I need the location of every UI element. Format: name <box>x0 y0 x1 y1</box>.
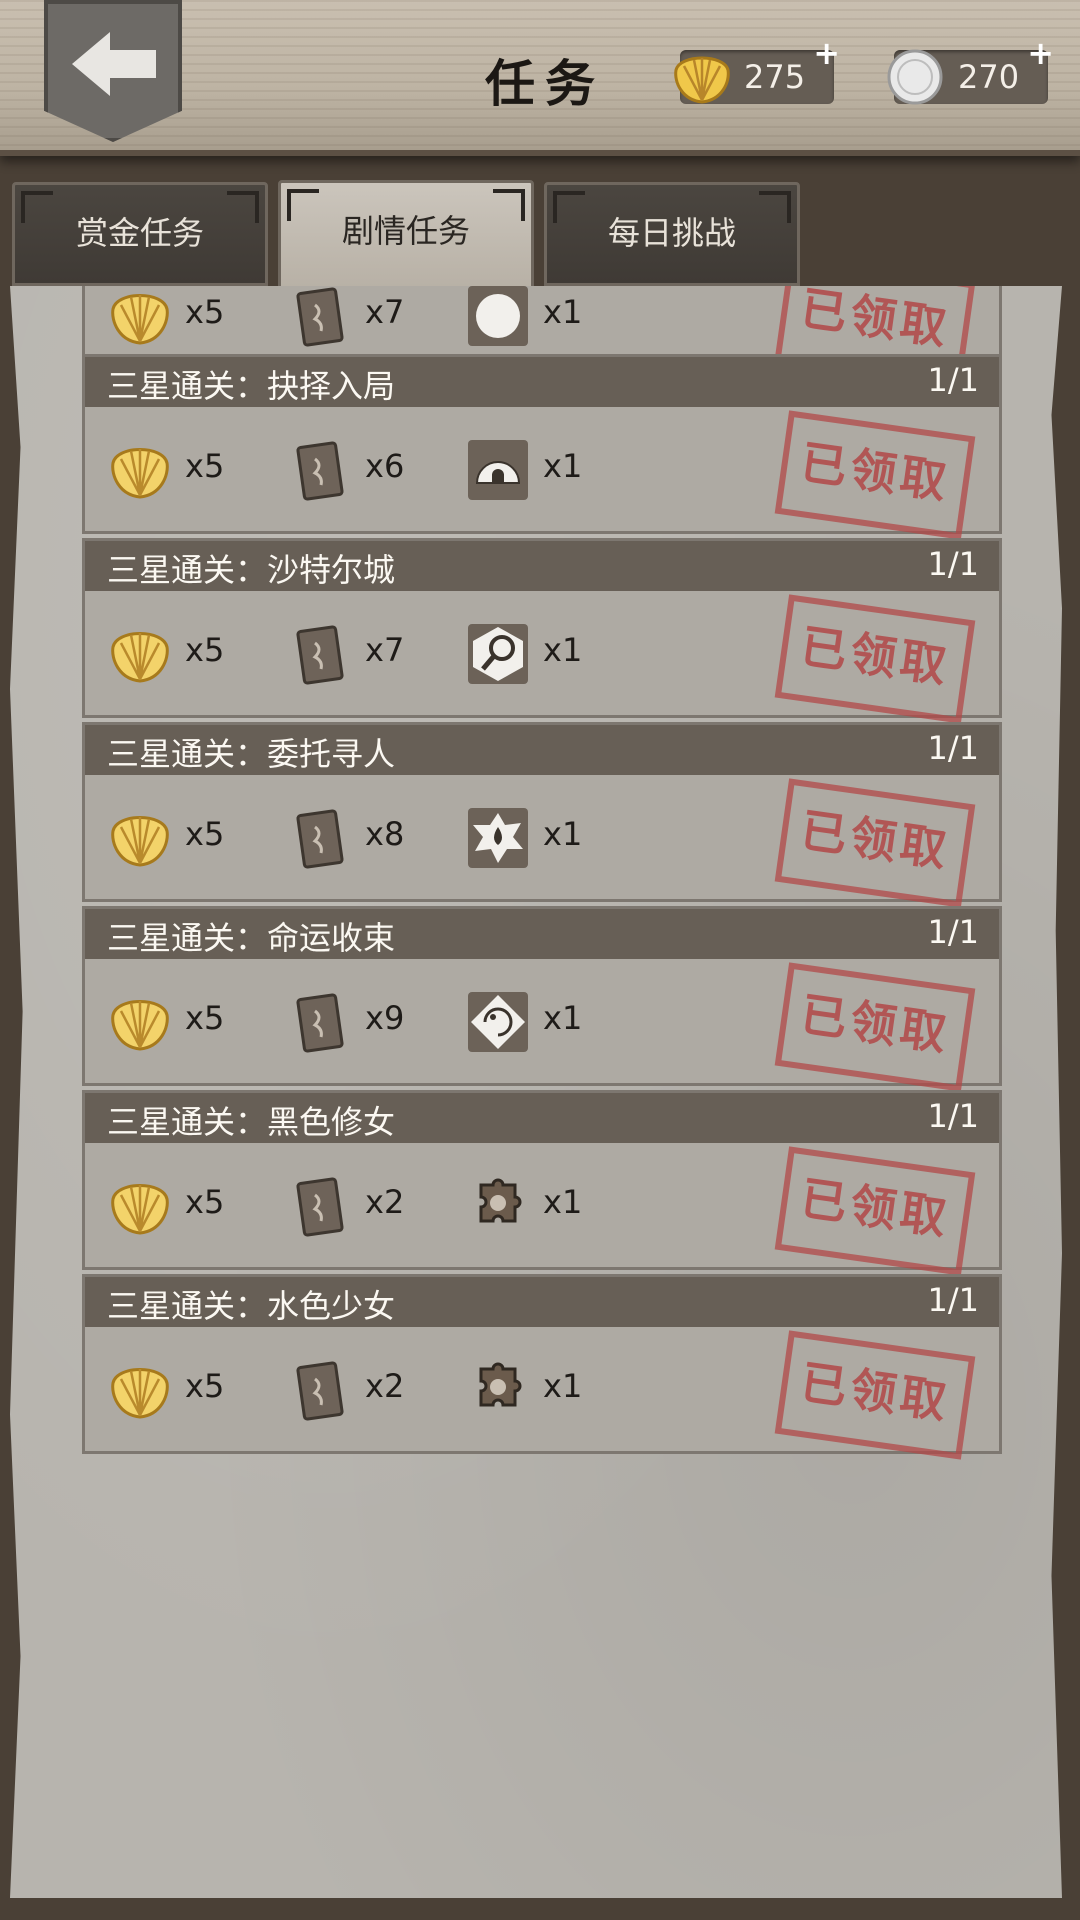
quest-card: 三星通关：黑色修女 1/1 x5 x2 x1 已领取 <box>82 1090 1002 1276</box>
quest-header: 三星通关：委托寻人 1/1 <box>85 725 999 775</box>
reward-qty: x5 <box>185 999 225 1037</box>
book-icon <box>287 1357 353 1423</box>
reward-qty: x7 <box>365 293 405 331</box>
quest-header: 三星通关：抉择入局 1/1 <box>85 357 999 407</box>
reward-qty: x8 <box>365 815 405 853</box>
claimed-stamp: 已领取 <box>774 410 976 540</box>
quest-progress: 1/1 <box>927 1281 980 1319</box>
quest-card: 三星通关：委托寻人 1/1 x5 x8 x1 已领取 <box>82 722 1002 908</box>
reward-qty: x1 <box>543 293 583 331</box>
quest-list[interactable]: x5 x7 x1 已领取 三星通关：抉择入局 1/1 x5 x6 x1 已领取 三星通关：沙特尔城 1… <box>82 286 1002 1756</box>
book-icon <box>287 437 353 503</box>
reward-qty: x1 <box>543 1367 583 1405</box>
claimed-stamp: 已领取 <box>774 594 976 724</box>
reward-qty: x6 <box>365 447 405 485</box>
book-icon <box>287 621 353 687</box>
shell-count: 275 <box>744 58 806 96</box>
quest-title: 三星通关：委托寻人 <box>107 735 396 773</box>
coin-currency[interactable]: 270 + <box>887 34 1054 105</box>
quest-header: 三星通关：命运收束 1/1 <box>85 909 999 959</box>
reward-qty: x5 <box>185 293 225 331</box>
quest-header: 三星通关：沙特尔城 1/1 <box>85 541 999 591</box>
magnifier-icon <box>465 621 531 687</box>
reward-qty: x5 <box>185 631 225 669</box>
face-icon <box>465 989 531 1055</box>
quest-card: 三星通关：沙特尔城 1/1 x5 x7 x1 已领取 <box>82 538 1002 724</box>
quest-progress: 1/1 <box>927 913 980 951</box>
shell-icon <box>107 286 173 349</box>
shell-icon <box>107 621 173 687</box>
drop-icon <box>465 805 531 871</box>
reward-qty: x5 <box>185 1183 225 1221</box>
shell-icon <box>107 1357 173 1423</box>
reward-qty: x1 <box>543 815 583 853</box>
reward-qty: x1 <box>543 999 583 1037</box>
reward-qty: x5 <box>185 815 225 853</box>
back-arrow-icon <box>72 32 156 96</box>
shell-currency[interactable]: 275 + <box>674 34 840 104</box>
quest-progress: 1/1 <box>927 361 980 399</box>
quest-header: 三星通关：黑色修女 1/1 <box>85 1093 999 1143</box>
quest-card: 三星通关：抉择入局 1/1 x5 x6 x1 已领取 <box>82 354 1002 540</box>
reward-qty: x1 <box>543 447 583 485</box>
quest-title: 三星通关：水色少女 <box>107 1287 396 1325</box>
reward-qty: x9 <box>365 999 405 1037</box>
quest-title: 三星通关：黑色修女 <box>107 1103 396 1141</box>
claimed-stamp: 已领取 <box>774 1146 976 1276</box>
tab-daily[interactable]: 每日挑战 <box>544 182 800 286</box>
tab-bounty[interactable]: 赏金任务 <box>12 182 268 286</box>
claimed-stamp: 已领取 <box>774 962 976 1092</box>
quest-progress: 1/1 <box>927 1097 980 1135</box>
shell-icon <box>107 437 173 503</box>
book-icon <box>287 286 353 349</box>
quest-header: 三星通关：水色少女 1/1 <box>85 1277 999 1327</box>
quest-card: 三星通关：命运收束 1/1 x5 x9 x1 已领取 <box>82 906 1002 1092</box>
reward-qty: x1 <box>543 1183 583 1221</box>
reward-qty: x5 <box>185 447 225 485</box>
quest-title: 三星通关：命运收束 <box>107 919 396 957</box>
shell-icon <box>674 56 730 104</box>
claimed-stamp: 已领取 <box>774 778 976 908</box>
add-coin-button[interactable]: + <box>1027 34 1054 72</box>
tab-story[interactable]: 剧情任务 <box>278 180 534 290</box>
book-icon <box>287 989 353 1055</box>
claimed-stamp: 已领取 <box>774 1330 976 1460</box>
coin-icon <box>887 49 943 105</box>
book-icon <box>287 1173 353 1239</box>
reward-qty: x2 <box>365 1367 405 1405</box>
item-icon <box>465 286 531 349</box>
quest-title: 三星通关：抉择入局 <box>107 367 396 405</box>
puzzle-icon <box>465 1357 531 1423</box>
book-icon <box>287 805 353 871</box>
igloo-icon <box>465 437 531 503</box>
add-shell-button[interactable]: + <box>813 34 840 72</box>
reward-qty: x5 <box>185 1367 225 1405</box>
reward-qty: x2 <box>365 1183 405 1221</box>
reward-qty: x1 <box>543 631 583 669</box>
quest-card: 三星通关：水色少女 1/1 x5 x2 x1 已领取 <box>82 1274 1002 1460</box>
top-bar: 任务 275 + 270 + <box>0 0 1080 156</box>
coin-count: 270 <box>958 58 1020 96</box>
quest-progress: 1/1 <box>927 729 980 767</box>
quest-progress: 1/1 <box>927 545 980 583</box>
reward-qty: x7 <box>365 631 405 669</box>
shell-icon <box>107 989 173 1055</box>
shell-icon <box>107 1173 173 1239</box>
page-title: 任务 <box>485 54 605 113</box>
shell-icon <box>107 805 173 871</box>
puzzle-icon <box>465 1173 531 1239</box>
quest-title: 三星通关：沙特尔城 <box>107 551 396 589</box>
